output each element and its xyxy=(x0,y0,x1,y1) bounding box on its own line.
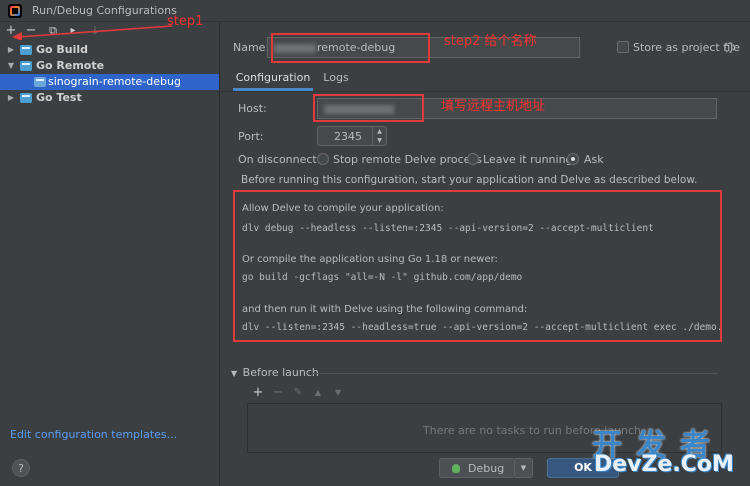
port-value: 2345 xyxy=(334,130,362,143)
tree-item-go-build[interactable]: ▶ Go Build xyxy=(0,42,219,58)
bug-icon xyxy=(452,464,460,473)
tree-item-sinograin-remote-debug[interactable]: sinograin-remote-debug xyxy=(0,74,219,90)
host-label: Host: xyxy=(238,102,267,115)
configurations-panel: + − ⧉ ▸ ↓ ▶ Go Build ▼ Go Remote sinogra… xyxy=(0,23,220,486)
annotation-host-box xyxy=(313,94,424,122)
tree-item-label: Go Test xyxy=(36,91,82,104)
dlv-exec-command: dlv --listen=:2345 --headless=true --api… xyxy=(242,322,722,333)
edit-task-button[interactable]: ✎ xyxy=(291,386,305,400)
port-stepper[interactable]: 2345 ▲ ▼ xyxy=(317,126,387,146)
or-compile-text: Or compile the application using Go 1.18… xyxy=(242,254,498,265)
go-config-icon xyxy=(20,45,32,55)
port-label: Port: xyxy=(238,130,264,143)
go-build-command: go build -gcflags "all=-N -l" github.com… xyxy=(242,272,523,283)
then-run-text: and then run it with Delve using the fol… xyxy=(242,304,528,315)
annotation-name-box xyxy=(271,33,430,63)
radio-label: Leave it running xyxy=(483,153,573,166)
debug-dropdown-button[interactable]: ▼ xyxy=(515,458,533,478)
go-config-icon xyxy=(20,61,32,71)
goland-app-icon xyxy=(8,4,22,18)
edit-configuration-templates-link[interactable]: Edit configuration templates... xyxy=(10,428,177,441)
before-launch-toolbar: + − ✎ ▲ ▼ xyxy=(247,385,722,403)
go-remote-config-icon xyxy=(34,77,46,87)
on-disconnect-label: On disconnect: xyxy=(238,153,321,166)
tree-item-label: sinograin-remote-debug xyxy=(48,75,181,88)
chevron-down-icon: ▼ xyxy=(231,369,238,378)
chevron-right-icon[interactable]: ▶ xyxy=(6,90,16,106)
port-spin-icon[interactable]: ▲ ▼ xyxy=(372,127,386,145)
radio-ask[interactable] xyxy=(567,153,579,165)
radio-label: Ask xyxy=(584,153,604,166)
before-launch-divider xyxy=(313,373,718,374)
chevron-down-icon: ▼ xyxy=(520,464,527,472)
gear-icon[interactable] xyxy=(724,42,735,53)
radio-leave-it-running[interactable] xyxy=(467,153,479,165)
annotation-step2: step2 给个名称 xyxy=(444,34,537,49)
delve-instructions-box: Allow Delve to compile your application:… xyxy=(233,190,722,342)
before-running-hint: Before running this configuration, start… xyxy=(241,174,698,186)
radio-label: Stop remote Delve process xyxy=(333,153,482,166)
annotation-host-note: 填写远程主机地址 xyxy=(441,99,546,114)
store-as-project-file-checkbox[interactable] xyxy=(617,41,629,53)
window-title: Run/Debug Configurations xyxy=(32,4,177,17)
annotation-arrow xyxy=(12,25,173,40)
configuration-editor: Name: remote-debug Store as project file… xyxy=(221,23,750,486)
before-launch-label: Before launch xyxy=(242,366,319,379)
go-config-icon xyxy=(20,93,32,103)
move-task-down-button[interactable]: ▼ xyxy=(331,386,345,400)
allow-delve-text: Allow Delve to compile your application: xyxy=(242,203,444,214)
help-button[interactable]: ? xyxy=(12,459,30,477)
watermark-logo-bottom: DevZe.CoM xyxy=(594,452,734,477)
tab-configuration[interactable]: Configuration xyxy=(233,67,313,91)
tree-item-label: Go Remote xyxy=(36,59,105,72)
chevron-right-icon[interactable]: ▶ xyxy=(6,42,16,58)
dlv-debug-command: dlv debug --headless --listen=:2345 --ap… xyxy=(242,223,654,234)
remove-task-button[interactable]: − xyxy=(271,386,285,400)
radio-stop-remote-delve[interactable] xyxy=(317,153,329,165)
before-launch-toggle[interactable]: ▼ Before launch xyxy=(231,366,319,379)
debug-label: Debug xyxy=(468,462,505,475)
tab-divider xyxy=(221,91,750,92)
chevron-down-icon[interactable]: ▼ xyxy=(6,58,16,74)
add-task-button[interactable]: + xyxy=(251,386,265,400)
debug-button[interactable]: Debug xyxy=(439,458,515,478)
tree-item-label: Go Build xyxy=(36,43,89,56)
tree-item-go-test[interactable]: ▶ Go Test xyxy=(0,90,219,106)
move-task-up-button[interactable]: ▲ xyxy=(311,386,325,400)
tree-item-go-remote[interactable]: ▼ Go Remote xyxy=(0,58,219,74)
name-label: Name: xyxy=(233,41,270,54)
tab-logs[interactable]: Logs xyxy=(317,67,355,91)
